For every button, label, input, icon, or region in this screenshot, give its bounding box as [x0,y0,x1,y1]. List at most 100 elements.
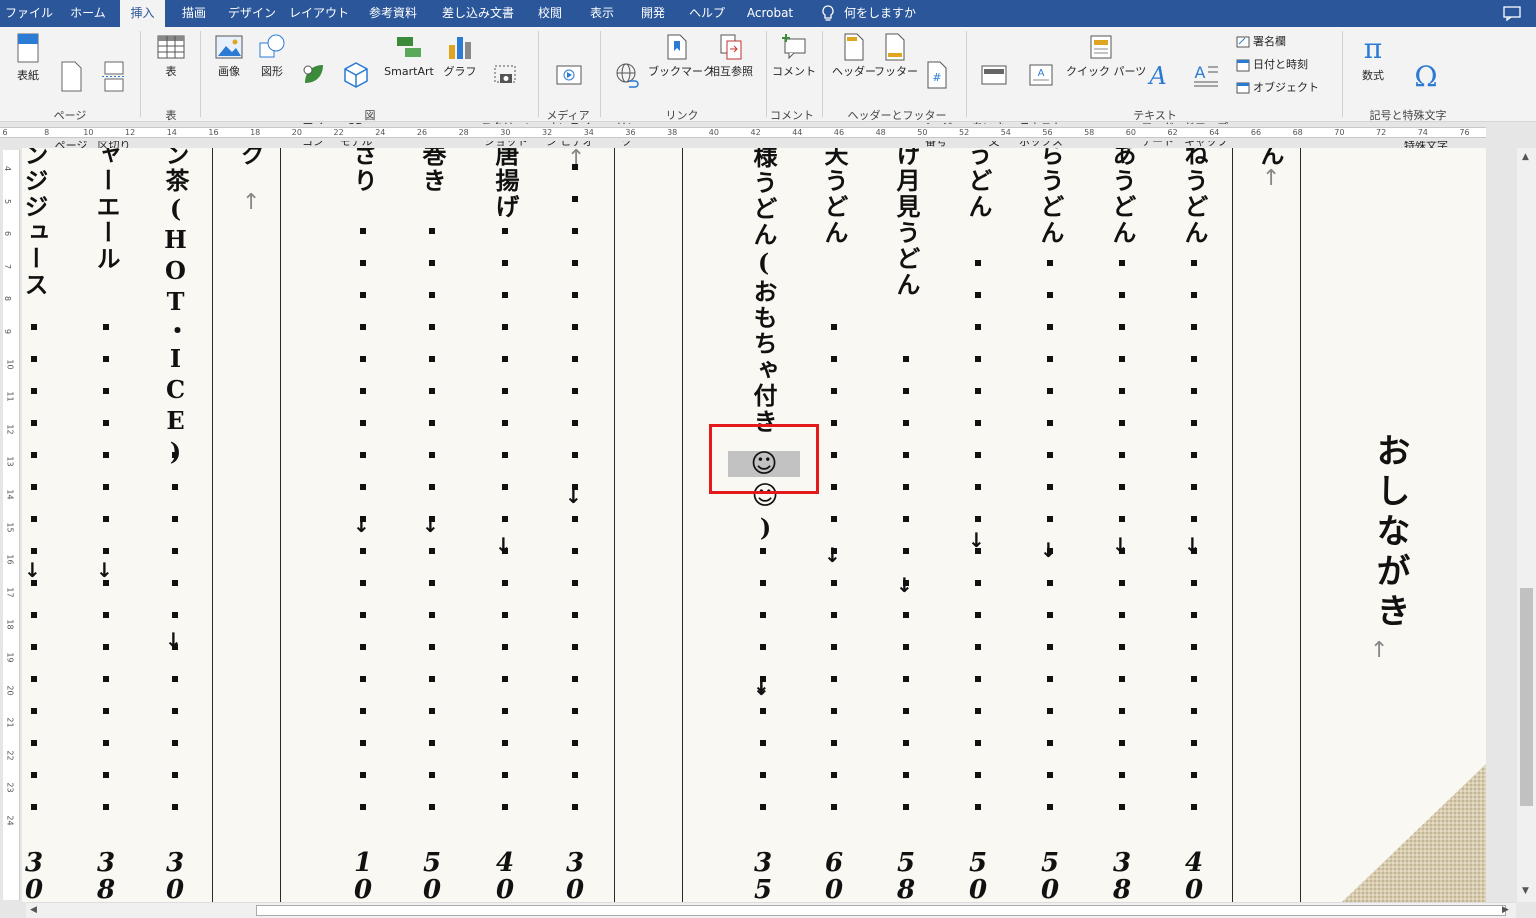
date-time-button[interactable]: 日付と時刻 [1236,58,1308,72]
menu-acrobat[interactable]: Acrobat [740,0,800,27]
leader-dot [31,548,37,554]
ruler-number: 66 [1250,128,1262,137]
header-button[interactable]: ヘッダー [832,33,876,79]
ruler-number: 36 [625,128,636,137]
footer-button[interactable]: フッター [874,33,918,79]
leader-dot [975,516,981,522]
menu-home[interactable]: ホーム [60,0,116,27]
smartart-button[interactable]: SmartArt [381,33,437,79]
vertical-scroll-thumb[interactable] [1520,588,1533,806]
menu-file[interactable]: ファイル [0,0,58,27]
leader-dot [429,708,435,714]
leader-dot [831,516,837,522]
menu-item-name: ン茶(HOT・ICE) [161,148,190,468]
drop-cap-icon: A [1194,63,1218,87]
leader-dot [172,612,178,618]
comment-icon[interactable] [1503,6,1521,21]
scroll-right-arrow[interactable]: ▶ [1502,905,1509,915]
leader-dot [1191,324,1197,330]
price-digit: 5 [753,875,773,903]
leader-dot [831,772,837,778]
omega-icon: Ω [1414,60,1438,93]
leader-dot [31,740,37,746]
chart-button[interactable]: グラフ [442,33,478,79]
object-button[interactable]: オブジェクト [1236,81,1319,95]
menu-help[interactable]: ヘルプ [682,0,732,27]
column-divider [1300,148,1301,902]
leader-dot [760,740,766,746]
leader-dot [1047,580,1053,586]
menu-draw[interactable]: 描画 [170,0,218,27]
menu-design[interactable]: デザイン [222,0,282,27]
cross-reference-button[interactable]: 相互参照 [704,33,758,79]
menu-mailings[interactable]: 差し込み文書 [435,0,521,27]
leader-dot [975,356,981,362]
menu-layout[interactable]: レイアウト [286,0,352,27]
scroll-left-arrow[interactable]: ◀ [30,905,37,915]
signature-icon [1236,36,1250,48]
image-button[interactable]: 画像 [210,33,248,79]
leader-dot [1047,612,1053,618]
leader-dot [1119,612,1125,618]
leader-dot [1047,452,1053,458]
horizontal-scroll-thumb[interactable] [256,905,1506,916]
shapes-button[interactable]: 図形 [253,33,291,79]
document-page[interactable]: ンジジュース ↓ 3 0 ャーエール ↓ 3 8 ン茶(HOT・ICE) ↓ 3 0 ク ↑ さり ↓ 1 0 巻き… [22,148,1486,902]
scroll-down-arrow[interactable]: ▼ [1522,886,1529,896]
menu-item-name: 天うどん [820,148,849,246]
menu-insert[interactable]: 挿入 [120,0,165,27]
price-digit: 3 [96,848,116,878]
tell-me-search[interactable]: 何をしますか [844,0,920,27]
vertical-ruler[interactable]: 4 5 6 7 8 9 10 11 12 13 14 15 16 17 18 19 20 21 22 23 24 [3,150,20,900]
leader-dot [429,292,435,298]
menu-developer[interactable]: 開発 [630,0,676,27]
leader-dot [1191,356,1197,362]
price-digit: 8 [96,875,116,903]
table-button[interactable]: 表 [154,33,188,79]
scroll-up-arrow[interactable]: ▲ [1522,152,1529,162]
leader-dot [1119,260,1125,266]
leader-dot [429,804,435,810]
vertical-ruler-number: 24 [5,815,15,826]
line-break-mark: ↓ [165,628,182,652]
leader-dot [572,612,578,618]
ruler-number: 14 [166,128,177,137]
leader-dot [1047,772,1053,778]
quick-parts-button[interactable]: クイック パーツ [1066,33,1146,79]
separator [538,31,539,117]
leader-dot [903,516,909,522]
leader-dot [502,676,508,682]
horizontal-scrollbar[interactable]: ◀ ▶ [26,902,1516,918]
leader-dot [1047,388,1053,394]
ruler-number: 50 [917,128,928,137]
leader-dot [502,452,508,458]
signature-line-button[interactable]: 署名欄 [1236,35,1286,49]
menu-item-name: 巻き [418,148,447,194]
vertical-ruler-number: 15 [5,522,15,533]
new-comment-button[interactable]: コメント [772,33,816,79]
group-header-footer: ヘッダーとフッター [847,109,947,122]
leader-dot [975,260,981,266]
leader-dot [360,676,366,682]
ruler-number: 60 [1125,128,1136,137]
separator [140,31,141,117]
menu-review[interactable]: 校閲 [527,0,573,27]
cover-page-button[interactable]: 表紙 [10,33,46,83]
menu-view[interactable]: 表示 [579,0,625,27]
bookmark-button[interactable]: ブックマーク [648,33,714,79]
leader-dot [1047,356,1053,362]
menu-references[interactable]: 参考資料 [358,0,428,27]
horizontal-ruler[interactable]: 6 8 10 12 14 16 18 20 22 24 26 28 30 32 34 36 38 40 42 44 46… [0,124,1536,141]
leader-dot [1191,804,1197,810]
leader-dot [572,644,578,650]
equation-button[interactable]: π 数式 [1352,33,1394,83]
leader-dot [103,644,109,650]
leader-dot [975,644,981,650]
leader-dot [103,548,109,554]
leader-dot [360,804,366,810]
ruler-number: 18 [250,128,261,137]
vertical-scrollbar[interactable]: ▲ ▼ [1517,148,1536,902]
leader-dot [429,484,435,490]
leader-dot [1047,804,1053,810]
leader-dot [975,612,981,618]
